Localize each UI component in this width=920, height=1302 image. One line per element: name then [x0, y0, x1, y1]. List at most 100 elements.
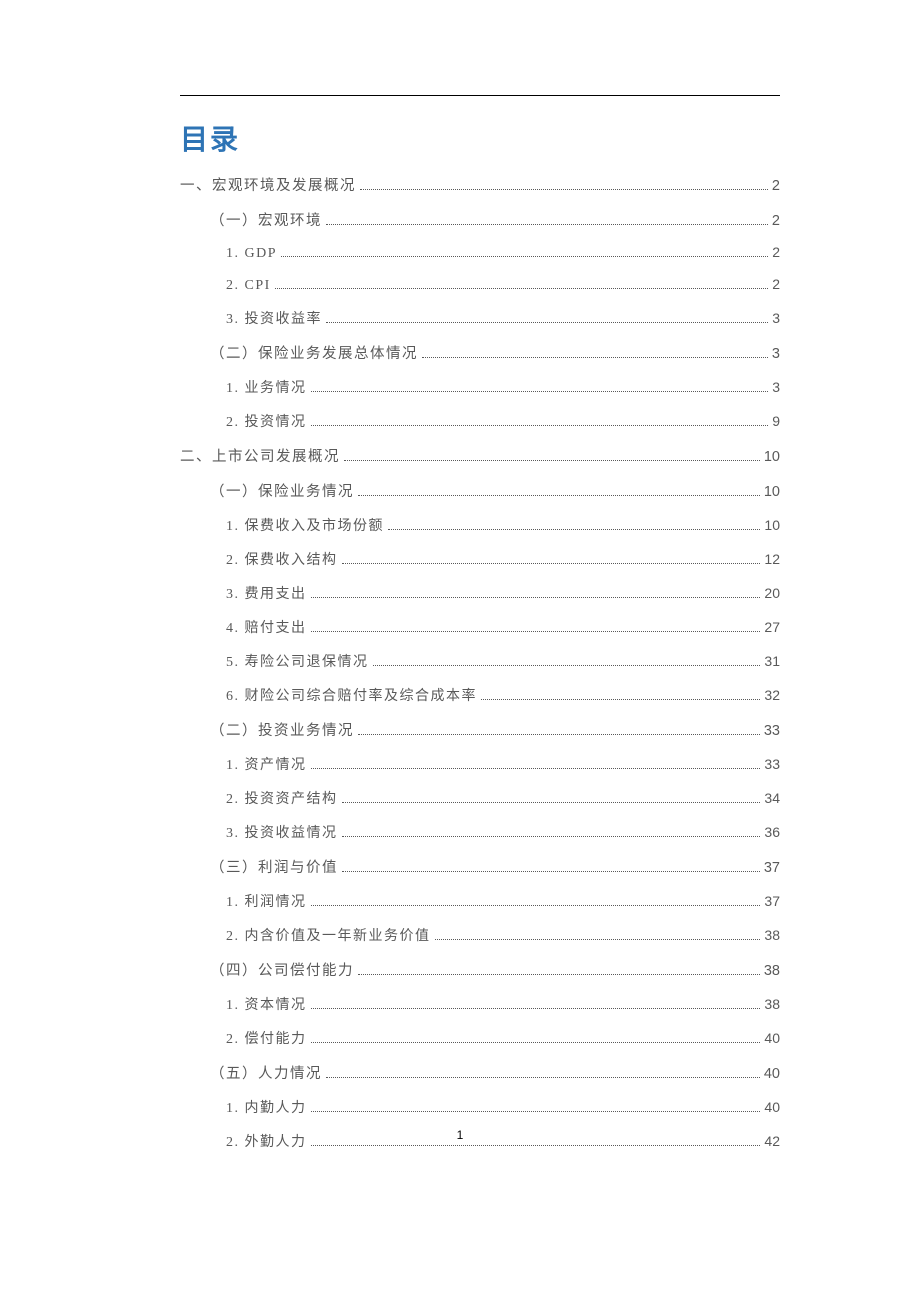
toc-entry: 一、宏观环境及发展概况 2: [180, 174, 780, 195]
toc-entry-label: 1. 资产情况: [226, 754, 307, 774]
toc-entry-label: （五）人力情况: [210, 1062, 322, 1083]
toc-leader-dots: [311, 768, 761, 769]
toc-entry-label: 1. 资本情况: [226, 994, 307, 1014]
toc-entry-label: （一）宏观环境: [210, 209, 322, 230]
toc-entry-label: 一、宏观环境及发展概况: [180, 174, 356, 195]
toc-entry-page: 38: [764, 996, 780, 1012]
toc-entry: 3. 费用支出 20: [226, 583, 780, 603]
toc-leader-dots: [311, 597, 761, 598]
toc-entry-label: 2. CPI: [226, 278, 271, 294]
toc-entry: 1. 内勤人力 40: [226, 1097, 780, 1117]
toc-entry: （五）人力情况 40: [210, 1062, 780, 1083]
toc-entry-label: 2. 投资情况: [226, 411, 307, 431]
toc-leader-dots: [326, 224, 768, 225]
toc-leader-dots: [311, 631, 761, 632]
toc-leader-dots: [358, 495, 760, 496]
toc-entry-page: 33: [764, 756, 780, 772]
toc-entry-page: 2: [772, 213, 780, 229]
toc-entry-label: 2. 内含价值及一年新业务价值: [226, 925, 431, 945]
toc-entry-page: 20: [764, 585, 780, 601]
toc-entry-page: 40: [764, 1066, 780, 1082]
toc-entry-label: （二）保险业务发展总体情况: [210, 342, 418, 363]
toc-entry: （二）投资业务情况 33: [210, 719, 780, 740]
toc-leader-dots: [311, 1008, 761, 1009]
toc-leader-dots: [311, 905, 761, 906]
toc-entry-page: 38: [764, 963, 780, 979]
toc-entry: 4. 赔付支出 27: [226, 617, 780, 637]
toc-entry-label: 6. 财险公司综合赔付率及综合成本率: [226, 685, 477, 705]
toc-entry: 2. 偿付能力 40: [226, 1028, 780, 1048]
toc-entry: （四）公司偿付能力 38: [210, 959, 780, 980]
toc-entry-label: 3. 投资收益情况: [226, 822, 338, 842]
toc-entry-label: 2. 保费收入结构: [226, 549, 338, 569]
toc-list: 一、宏观环境及发展概况 2 （一）宏观环境 2 1. GDP2 2. CPI2 3. 投资收…: [180, 174, 780, 1151]
toc-leader-dots: [311, 425, 769, 426]
toc-leader-dots: [358, 734, 760, 735]
toc-entry: 1. 利润情况37: [226, 891, 780, 911]
toc-entry-label: （三）利润与价值: [210, 856, 338, 877]
toc-entry-label: （二）投资业务情况: [210, 719, 354, 740]
toc-entry: 1. 资产情况 33: [226, 754, 780, 774]
toc-entry-label: 2. 投资资产结构: [226, 788, 338, 808]
toc-entry-label: （一）保险业务情况: [210, 480, 354, 501]
toc-leader-dots: [344, 460, 760, 461]
toc-leader-dots: [281, 256, 768, 257]
toc-entry: 1. 资本情况 38: [226, 994, 780, 1014]
toc-entry: 3. 投资收益率3: [226, 308, 780, 328]
toc-entry-page: 2: [772, 178, 780, 194]
toc-entry-label: 二、上市公司发展概况: [180, 445, 340, 466]
toc-entry: 2. CPI2: [226, 276, 780, 294]
toc-entry-page: 34: [764, 790, 780, 806]
page-container: 目录 一、宏观环境及发展概况2（一）宏观环境21. GDP22. CPI23. …: [0, 0, 920, 1151]
toc-entry-label: 1. GDP: [226, 246, 277, 262]
toc-leader-dots: [360, 189, 768, 190]
toc-leader-dots: [342, 802, 761, 803]
toc-entry-page: 38: [764, 927, 780, 943]
toc-entry: 6. 财险公司综合赔付率及综合成本率 32: [226, 685, 780, 705]
toc-entry-page: 10: [764, 484, 780, 500]
toc-leader-dots: [481, 699, 760, 700]
toc-entry-label: 3. 投资收益率: [226, 308, 322, 328]
toc-entry-page: 10: [764, 517, 780, 533]
toc-entry-page: 31: [764, 653, 780, 669]
toc-entry-label: 5. 寿险公司退保情况: [226, 651, 369, 671]
toc-entry: 1. GDP2: [226, 244, 780, 262]
toc-entry-page: 33: [764, 723, 780, 739]
toc-leader-dots: [311, 391, 769, 392]
toc-leader-dots: [275, 288, 768, 289]
toc-entry: 2. 内含价值及一年新业务价值 38: [226, 925, 780, 945]
toc-entry-label: 1. 利润情况: [226, 891, 307, 911]
toc-entry: （二）保险业务发展总体情况3: [210, 342, 780, 363]
toc-entry: 1. 业务情况3: [226, 377, 780, 397]
toc-entry-page: 10: [764, 449, 780, 465]
toc-entry-label: 1. 内勤人力: [226, 1097, 307, 1117]
toc-entry-page: 32: [764, 687, 780, 703]
toc-entry-page: 40: [764, 1099, 780, 1115]
toc-entry-page: 40: [764, 1030, 780, 1046]
toc-entry-page: 9: [772, 413, 780, 429]
toc-entry: 5. 寿险公司退保情况 31: [226, 651, 780, 671]
toc-entry: 1. 保费收入及市场份额10: [226, 515, 780, 535]
toc-entry-page: 12: [764, 551, 780, 567]
toc-entry-page: 27: [764, 619, 780, 635]
toc-entry: （一）保险业务情况 10: [210, 480, 780, 501]
toc-entry-label: 1. 业务情况: [226, 377, 307, 397]
toc-entry-page: 37: [764, 860, 780, 876]
toc-leader-dots: [311, 1111, 761, 1112]
toc-entry: （一）宏观环境 2: [210, 209, 780, 230]
toc-entry-label: 4. 赔付支出: [226, 617, 307, 637]
toc-entry-label: 2. 偿付能力: [226, 1028, 307, 1048]
toc-entry: 2. 投资情况 9: [226, 411, 780, 431]
toc-leader-dots: [373, 665, 761, 666]
toc-entry-label: （四）公司偿付能力: [210, 959, 354, 980]
toc-entry: 3. 投资收益情况 36: [226, 822, 780, 842]
toc-entry: （三）利润与价值 37: [210, 856, 780, 877]
toc-entry: 2. 投资资产结构 34: [226, 788, 780, 808]
toc-leader-dots: [422, 357, 768, 358]
toc-entry: 2. 保费收入结构 12: [226, 549, 780, 569]
toc-leader-dots: [342, 836, 761, 837]
toc-entry-label: 3. 费用支出: [226, 583, 307, 603]
toc-entry-page: 36: [764, 824, 780, 840]
toc-leader-dots: [342, 871, 760, 872]
toc-leader-dots: [435, 939, 761, 940]
